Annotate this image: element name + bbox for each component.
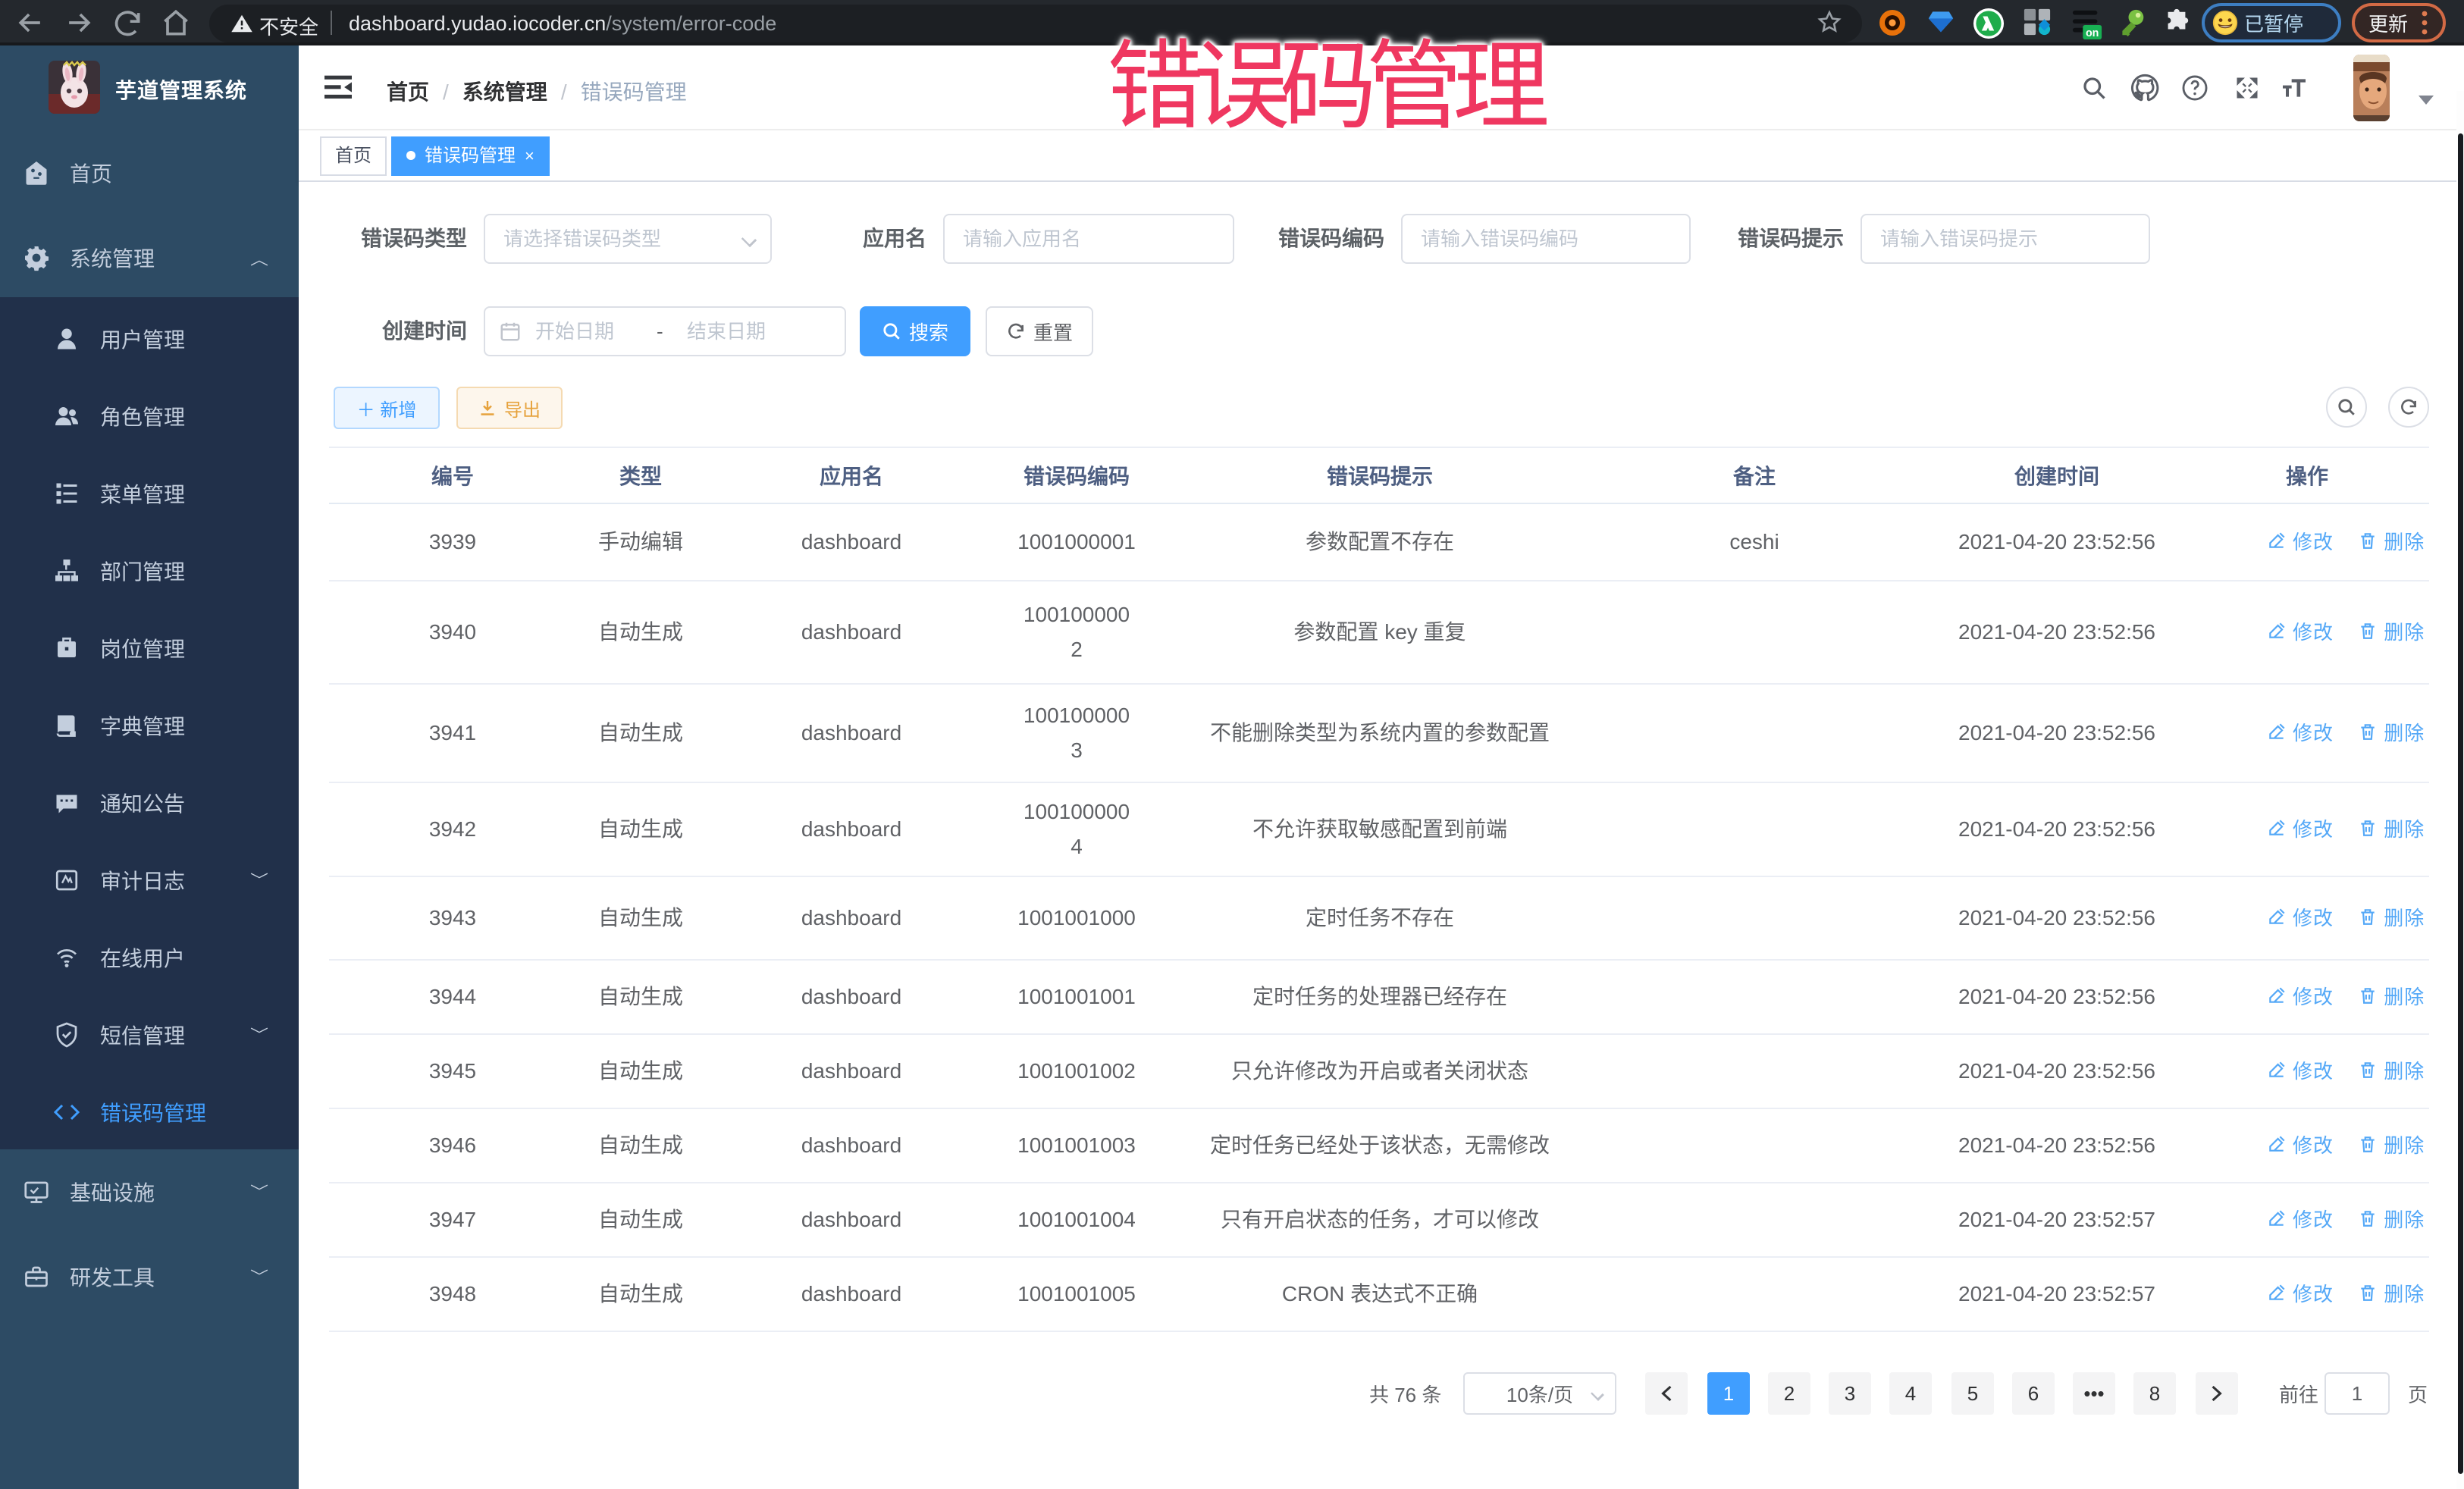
svg-text:on: on <box>2086 27 2099 39</box>
